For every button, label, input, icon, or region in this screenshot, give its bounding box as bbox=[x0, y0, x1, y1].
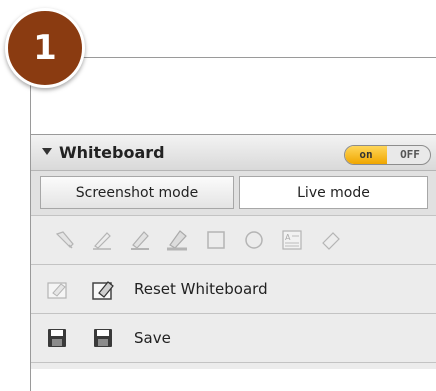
floppy-disk-icon[interactable] bbox=[45, 326, 69, 350]
live-mode-button[interactable]: Live mode bbox=[239, 176, 428, 209]
eraser-tool-icon[interactable] bbox=[319, 228, 343, 252]
toggle-off-label: OFF bbox=[400, 148, 420, 161]
whiteboard-panel: Whiteboard on OFF Screenshot mode Live m… bbox=[31, 134, 436, 369]
reset-whiteboard-row: Reset Whiteboard bbox=[31, 265, 436, 314]
screenshot-mode-button[interactable]: Screenshot mode bbox=[40, 176, 234, 209]
whiteboard-panel-header[interactable]: Whiteboard on OFF bbox=[31, 135, 436, 171]
step-number-badge: 1 bbox=[5, 8, 85, 88]
save-label[interactable]: Save bbox=[134, 329, 171, 347]
svg-text:A: A bbox=[285, 233, 291, 242]
drawing-toolbar: A bbox=[31, 216, 436, 265]
rectangle-tool-icon[interactable] bbox=[204, 228, 228, 252]
reset-whiteboard-icon[interactable] bbox=[91, 277, 115, 301]
toggle-on-label: on bbox=[345, 146, 387, 164]
ellipse-tool-icon[interactable] bbox=[242, 228, 266, 252]
reset-whiteboard-label[interactable]: Reset Whiteboard bbox=[134, 280, 268, 298]
mode-selector: Screenshot mode Live mode bbox=[31, 171, 436, 216]
whiteboard-on-off-toggle[interactable]: on OFF bbox=[344, 145, 431, 165]
marker-tool-icon[interactable] bbox=[128, 228, 152, 252]
pen-tool-icon[interactable] bbox=[90, 228, 114, 252]
collapse-arrow-icon[interactable] bbox=[42, 148, 52, 155]
save-row: Save bbox=[31, 314, 436, 363]
highlighter-tool-icon[interactable] bbox=[165, 228, 189, 252]
save-icon[interactable] bbox=[91, 326, 115, 350]
text-box-tool-icon[interactable]: A bbox=[280, 228, 304, 252]
eraser-icon[interactable] bbox=[45, 277, 69, 301]
pointer-tool-icon[interactable] bbox=[53, 228, 77, 252]
step-number: 1 bbox=[33, 28, 57, 68]
panel-title: Whiteboard bbox=[59, 143, 165, 162]
